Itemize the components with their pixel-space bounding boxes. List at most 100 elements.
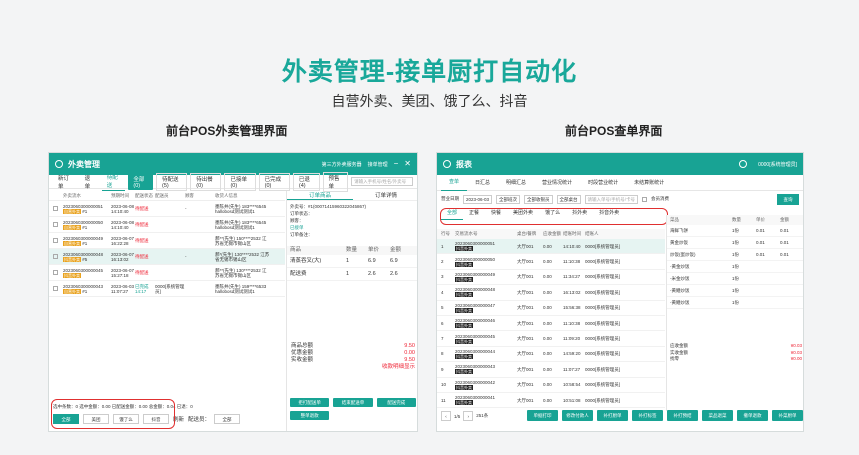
third-party-server-link[interactable]: 第三方外卖服务器: [322, 161, 362, 168]
trade-number: 2023060300000045 抖音外卖: [455, 334, 517, 344]
table-row[interactable]: 2 2023060300000050 抖音外卖 大厅001 0.00 11:10:38 00…: [437, 254, 665, 270]
order-search-input[interactable]: 请输入手机号/姓名/外卖号: [351, 177, 413, 186]
cashier-select[interactable]: 全部收银员: [524, 194, 553, 204]
detail-button-0[interactable]: 拒打配送单: [290, 398, 330, 407]
report-button-1[interactable]: 修改付款人: [562, 410, 593, 421]
report-tab-3[interactable]: 营业情况统计: [534, 175, 580, 191]
date-label: 营业日期: [441, 196, 459, 201]
tab-order-detail[interactable]: 订单详情: [353, 191, 417, 200]
table-name: 大厅001: [517, 366, 534, 372]
report-tab-1[interactable]: 日汇总: [467, 175, 498, 191]
query-button[interactable]: 查询: [777, 193, 799, 205]
prev-page-button[interactable]: ‹: [441, 411, 451, 421]
order-search-input[interactable]: 请输入单号/手机号/卡号: [584, 194, 639, 204]
table-row[interactable]: 9 2023060300000043 抖音外卖 大厅001 0.00 11:07:27 00…: [437, 362, 665, 378]
report-button-5[interactable]: 菜品退菜: [702, 410, 733, 421]
table-row[interactable]: 2023060300000050 自营外卖 #1 2023-06-08 14:10:…: [49, 217, 285, 233]
summary-row: 商品总额 9.50: [291, 343, 415, 350]
table-row[interactable]: 8 2023060300000044 抖音外卖 大厅001 0.00 14:59:20 00…: [437, 347, 665, 363]
detail-tabs: 订单商品 订单详情: [287, 191, 417, 201]
item-col-2: 单价: [368, 247, 380, 253]
amount-due: 0.00: [543, 243, 552, 249]
row-checkbox[interactable]: [53, 206, 58, 211]
report-button-3[interactable]: 补打标签: [632, 410, 663, 421]
row-checkbox[interactable]: [53, 286, 58, 291]
table-row[interactable]: 2023060300000051 自营外卖 #1 2023-06-08 14:10:…: [49, 201, 285, 217]
expected-time: 2023-06-03 11:07:27: [111, 283, 135, 294]
payment-value: ¥0.00: [790, 356, 802, 361]
tab-3[interactable]: 全部(0): [128, 173, 154, 190]
report-tab-4[interactable]: 时段营业统计: [580, 175, 626, 191]
report-button-0[interactable]: 单据打印: [527, 410, 558, 421]
report-titlebar: 报表 0000[系统管理员]: [437, 153, 803, 175]
table-row[interactable]: 1 2023060300000051 抖音外卖 大厅001 0.00 14:10:40 00…: [437, 239, 665, 255]
report-tab-0[interactable]: 查单: [441, 174, 468, 191]
report-tab-5[interactable]: 未结算账统计: [626, 175, 672, 191]
report-button-2[interactable]: 补打厨单: [597, 410, 628, 421]
staff-select[interactable]: 全部: [214, 414, 241, 424]
table-row[interactable]: 3 2023060300000049 抖音外卖 大厅001 0.00 11:34:27 00…: [437, 270, 665, 286]
date-picker[interactable]: 2023-06-03: [463, 194, 493, 204]
table-row[interactable]: 10 2023060300000042 抖音外卖 大厅001 0.00 10:58:54 0…: [437, 378, 665, 393]
table-row[interactable]: 11 2023060300000041 抖音外卖 大厅001 0.00 10:51:08 0…: [437, 393, 665, 409]
trade-number: 2023060300000050 抖音外卖: [455, 257, 517, 267]
row-checkbox[interactable]: [53, 270, 58, 275]
row-checkbox[interactable]: [53, 254, 58, 259]
cashier: 0000[系统管理员]: [585, 243, 621, 249]
tab-5[interactable]: 待出餐(0): [190, 172, 222, 191]
app-icon: [55, 160, 63, 168]
delivery-status: 待配送: [135, 222, 149, 227]
detail-button-3[interactable]: 整单退款: [290, 411, 330, 420]
table-select[interactable]: 全部桌台: [556, 194, 581, 204]
row-checkbox[interactable]: [53, 222, 58, 227]
checkout-time: 15:56:38: [563, 305, 581, 311]
table-row[interactable]: 2023060300000043 自营外卖 #1 2023-06-03 11:07:…: [49, 281, 285, 297]
report-button-6[interactable]: 撤单退款: [737, 410, 768, 421]
table-row[interactable]: 4 2023060300000048 抖音外卖 大厅001 0.00 16:13:02 00…: [437, 285, 665, 301]
tab-4[interactable]: 待配送(5): [156, 172, 188, 191]
shift-select[interactable]: 全部班次: [496, 194, 521, 204]
cashier: 0000[系统管理员]: [585, 366, 621, 372]
page-indicator: 1/5: [454, 413, 461, 419]
next-page-button[interactable]: ›: [463, 411, 474, 421]
order-number: 2023060300000051 自营外卖 #1: [63, 204, 111, 214]
report-tab-2[interactable]: 明细汇总: [498, 175, 534, 191]
table-row[interactable]: 7 2023060300000045 抖音外卖 大厅001 0.00 11:09:20 00…: [437, 331, 665, 347]
platform-tag: 抖音外卖: [455, 307, 473, 313]
table-row[interactable]: 2023060300000048 抖音外卖 #5 2023-06-07 16:13:…: [49, 249, 285, 265]
tab-7[interactable]: 已完成(0): [258, 172, 290, 191]
detail-button-1[interactable]: 结束配送单: [333, 398, 373, 407]
table-row[interactable]: 2023060300000045 抖音外卖 2023-06-07 15:27:18…: [49, 265, 285, 281]
report-button-4[interactable]: 补打预结: [667, 410, 698, 421]
table-row[interactable]: 2023060300000049 自营外卖 #1 2023-06-07 16:22:…: [49, 233, 285, 249]
tab-0[interactable]: 新订单: [53, 173, 77, 191]
table-row[interactable]: 6 2023060300000046 抖音外卖 大厅001 0.00 11:10:38 00…: [437, 316, 665, 332]
item-cell-1: 1: [346, 258, 350, 264]
table-name: 大厅001: [517, 305, 534, 311]
report-button-7[interactable]: 补菜厨单: [772, 410, 803, 421]
summary-value: 0.00: [404, 350, 415, 356]
checkout-time: 14:10:40: [563, 243, 581, 249]
order-tabs: 新订单 退单 待配送 全部(0) 待配送(5) 待出餐(0) 已接单(0) 已完成(0) 已退(…: [49, 171, 417, 192]
row-checkbox[interactable]: [53, 238, 58, 243]
close-icon[interactable]: ✕: [404, 160, 411, 168]
user-avatar-icon: [739, 160, 748, 168]
checkout-time: 14:59:20: [563, 351, 581, 357]
highlight-frame-right: [440, 208, 668, 225]
item-col-0: 商品: [290, 247, 302, 253]
minimize-icon[interactable]: −: [394, 160, 399, 168]
tab-order-items[interactable]: 订单商品: [287, 191, 353, 200]
member-checkbox[interactable]: [642, 196, 648, 202]
detail-button-2[interactable]: 配送完成: [376, 398, 416, 407]
tab-9[interactable]: 预售单: [322, 171, 349, 192]
order-mgmt-link[interactable]: 接单管理: [368, 161, 388, 168]
tab-6[interactable]: 已接单(0): [224, 172, 256, 191]
row-number: 1: [441, 243, 444, 249]
table-row[interactable]: 5 2023060300000047 抖音外卖 大厅001 0.00 15:56:38 00…: [437, 301, 665, 316]
tab-8[interactable]: 已退(4): [292, 172, 320, 191]
tab-2[interactable]: 待配送: [101, 172, 126, 191]
report-window: 报表 0000[系统管理员] 查单 日汇总 明细汇总 营业情况统计 时段营业统计 未结算账…: [436, 152, 804, 432]
report-table-header: 行号 交易流水号 桌台/餐牌 应收金额 结账时间 结账人: [437, 229, 665, 239]
tab-1[interactable]: 退单: [80, 173, 99, 191]
order-number: 2023060300000045 抖音外卖: [63, 268, 111, 278]
